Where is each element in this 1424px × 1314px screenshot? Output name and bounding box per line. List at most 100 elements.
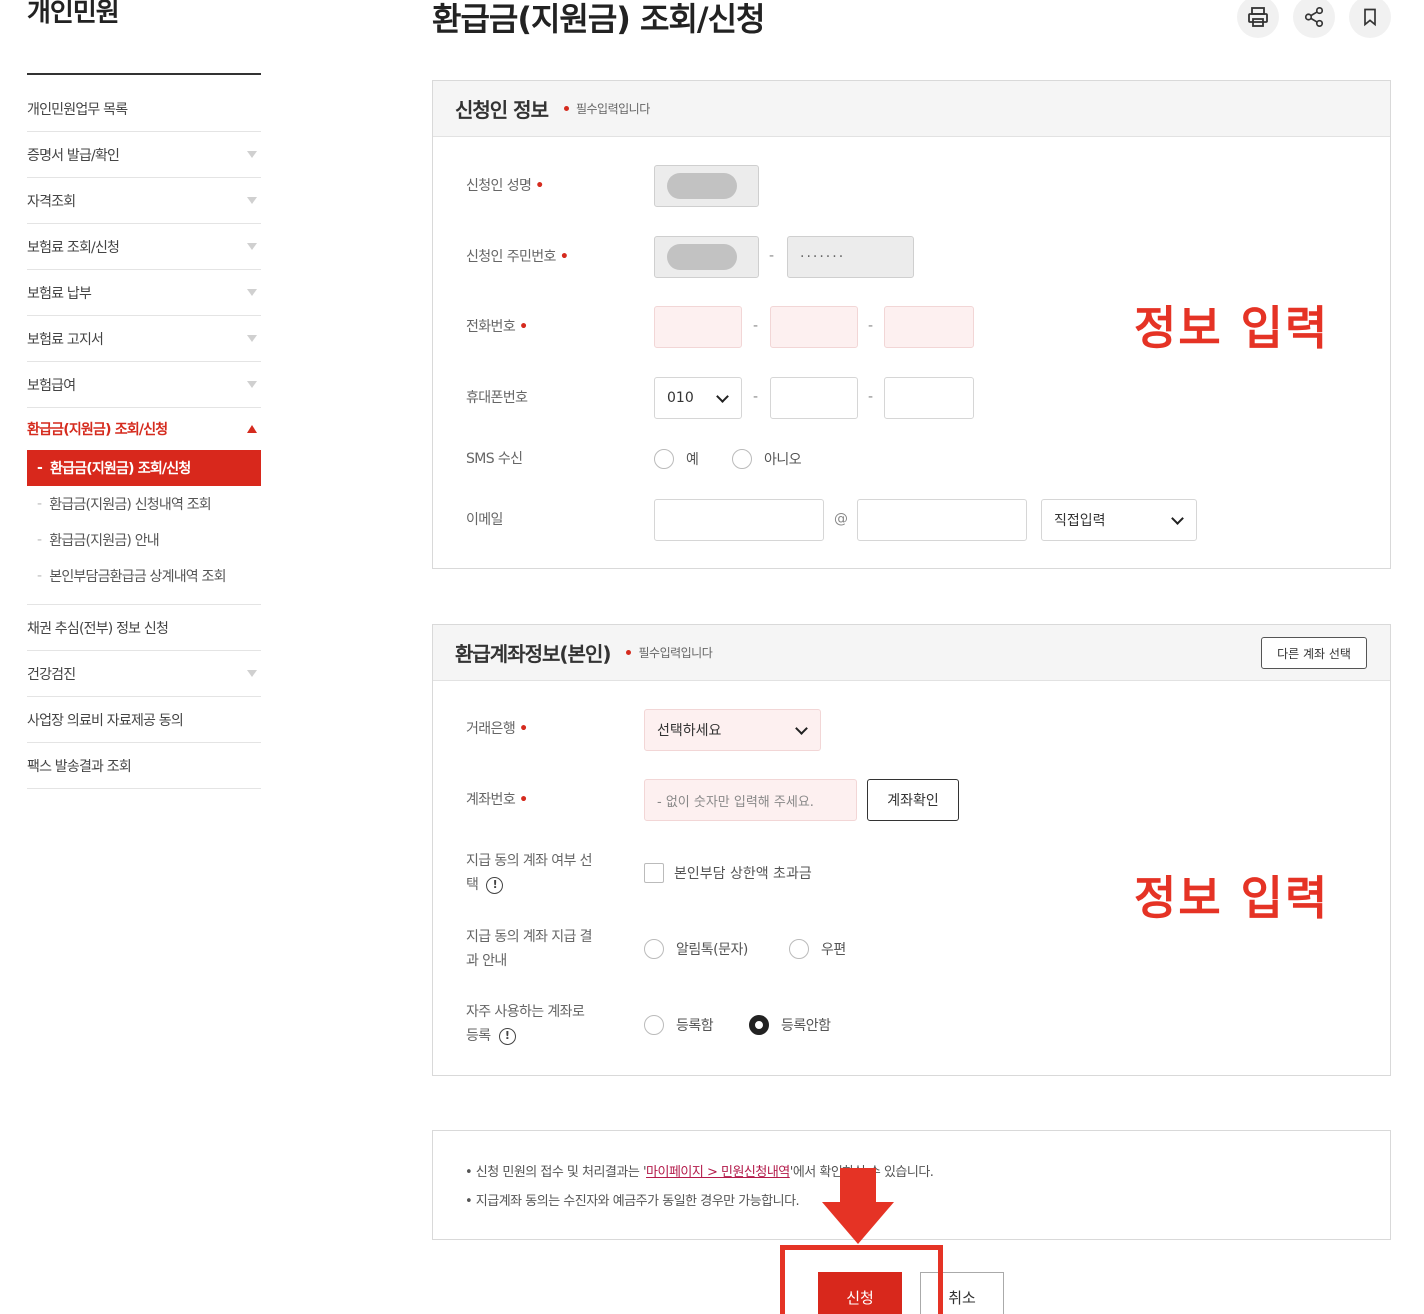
sidebar-item-label: 자격조회: [27, 193, 76, 210]
verify-account-button[interactable]: 계좌확인: [867, 779, 959, 821]
label-text: 등록: [466, 1028, 491, 1044]
radio-label: 아니오: [764, 452, 802, 468]
sms-no-radio[interactable]: 아니오: [732, 449, 802, 469]
frequent-account-label: 자주 사용하는 계좌로 등록!: [466, 1000, 585, 1048]
sidebar-item-label: 보험급여: [27, 377, 76, 394]
chevron-down-icon: [247, 670, 257, 677]
sidebar-item-label: 환급금(지원금) 조회/신청: [27, 422, 168, 438]
sidebar-item-label: 채권 추심(전부) 정보 신청: [27, 620, 169, 637]
mobile-prefix-select[interactable]: 010: [654, 377, 742, 419]
sidebar-subitem-refund-history[interactable]: - 환급금(지원금) 신청내역 조회: [27, 486, 261, 522]
bank-label: 거래은행 •: [466, 717, 528, 741]
dash-icon: -: [37, 532, 42, 548]
notice-mail-radio[interactable]: 우편: [789, 939, 846, 959]
sidebar-item-debt-collection[interactable]: 채권 추심(전부) 정보 신청: [27, 605, 261, 651]
sidebar-subitem-label: 환급금(지원금) 신청내역 조회: [49, 497, 211, 513]
required-note: 필수입력입니다: [563, 100, 650, 117]
required-dot-icon: •: [519, 319, 528, 335]
sms-label: SMS 수신: [466, 451, 523, 467]
sidebar-item-label: 건강검진: [27, 666, 76, 683]
sidebar-title: 개인민원: [27, 0, 120, 28]
sidebar-item-refund[interactable]: 환급금(지원금) 조회/신청: [27, 408, 261, 450]
sidebar-subitem-label: 환급금(지원금) 안내: [49, 533, 159, 549]
sidebar-item-label: 보험료 조회/신청: [27, 239, 120, 256]
required-note-text: 필수입력입니다: [575, 102, 650, 116]
radio-label: 우편: [821, 942, 846, 958]
sidebar-subitem-refund-inquiry[interactable]: - 환급금(지원금) 조회/신청: [27, 450, 261, 486]
sidebar-item-label: 증명서 발급/확인: [27, 147, 120, 164]
frequent-no-register-radio[interactable]: 등록안함: [749, 1015, 831, 1035]
phone-label: 전화번호 •: [466, 315, 528, 339]
consent-account-label: 지급 동의 계좌 여부 선 택!: [466, 849, 593, 897]
email-domain-select[interactable]: 직접입력: [1041, 499, 1197, 541]
applicant-rrn-front-field: [654, 236, 759, 278]
chevron-down-icon: [795, 722, 808, 735]
share-button[interactable]: [1293, 0, 1335, 38]
account-number-input[interactable]: - 없이 숫자만 입력해 주세요.: [644, 779, 857, 821]
radio-label: 등록함: [676, 1018, 714, 1034]
required-dot-icon: •: [519, 721, 528, 737]
email-domain-input[interactable]: [857, 499, 1027, 541]
notice-text: • 신청 민원의 접수 및 처리결과는 ': [465, 1165, 647, 1180]
phone-part1-input[interactable]: [654, 306, 742, 348]
mobile-part2-input[interactable]: [770, 377, 858, 419]
account-number-label: 계좌번호 •: [466, 788, 528, 812]
sidebar-item-label: 보험료 납부: [27, 285, 92, 302]
mobile-part3-input[interactable]: [884, 377, 974, 419]
applicant-rrn-back-field: ·······: [787, 236, 914, 278]
sidebar-subitem-offset-history[interactable]: - 본인부담금환급금 상계내역 조회: [27, 558, 261, 594]
required-note: 필수입력입니다: [626, 644, 713, 661]
dash-icon: -: [37, 568, 42, 584]
sidebar-item-premium-inquiry[interactable]: 보험료 조회/신청: [27, 224, 261, 270]
label-text: 과 안내: [466, 953, 507, 969]
chevron-down-icon: [1171, 512, 1184, 525]
account-panel-header: 환급계좌정보(본인) 필수입력입니다 다른 계좌 선택: [433, 625, 1390, 681]
redacted-blur: [667, 244, 737, 270]
sidebar-item-fax-result[interactable]: 팩스 발송결과 조회: [27, 743, 261, 789]
info-icon[interactable]: !: [498, 1027, 516, 1045]
sms-yes-radio[interactable]: 예: [654, 449, 699, 469]
chevron-down-icon: [247, 381, 257, 388]
separator: -: [753, 389, 759, 405]
mobile-label: 휴대폰번호: [466, 390, 528, 406]
sidebar-subitem-label: 환급금(지원금) 조회/신청: [50, 461, 191, 477]
redacted-blur: [667, 173, 737, 199]
phone-part3-input[interactable]: [884, 306, 974, 348]
sidebar-item-premium-payment[interactable]: 보험료 납부: [27, 270, 261, 316]
sidebar-item-health-checkup[interactable]: 건강검진: [27, 651, 261, 697]
mypage-link[interactable]: 마이페이지 > 민원신청내역: [646, 1165, 790, 1180]
other-account-button[interactable]: 다른 계좌 선택: [1261, 637, 1367, 669]
chevron-down-icon: [716, 390, 729, 403]
sidebar-divider: [27, 73, 261, 75]
highlight-annotation-box: [780, 1245, 943, 1314]
consent-checkbox[interactable]: 본인부담 상한액 초과금: [644, 863, 812, 883]
bank-select[interactable]: 선택하세요: [644, 709, 821, 751]
sidebar-item-certificates[interactable]: 증명서 발급/확인: [27, 132, 261, 178]
frequent-register-radio[interactable]: 등록함: [644, 1015, 714, 1035]
bookmark-button[interactable]: [1349, 0, 1391, 38]
sidebar-item-civil-list[interactable]: 개인민원업무 목록: [27, 86, 261, 132]
radio-label: 알림톡(문자): [676, 942, 748, 958]
sidebar-item-eligibility[interactable]: 자격조회: [27, 178, 261, 224]
separator: -: [753, 318, 759, 334]
info-icon[interactable]: !: [486, 876, 504, 894]
required-dot-icon: •: [559, 249, 569, 265]
applicant-name-label: 신청인 성명 •: [466, 174, 544, 198]
notice-kakao-radio[interactable]: 알림톡(문자): [644, 939, 748, 959]
phone-part2-input[interactable]: [770, 306, 858, 348]
dash-icon: -: [37, 496, 42, 512]
radio-circle: [644, 1015, 664, 1035]
down-arrow-icon: [822, 1168, 894, 1244]
sidebar-subitem-refund-guide[interactable]: - 환급금(지원금) 안내: [27, 522, 261, 558]
label-text: 거래은행: [466, 721, 516, 737]
radio-circle: [644, 939, 664, 959]
sidebar-item-medical-data-consent[interactable]: 사업장 의료비 자료제공 동의: [27, 697, 261, 743]
chevron-down-icon: [247, 197, 257, 204]
chevron-up-icon: [247, 425, 257, 433]
sidebar-item-benefits[interactable]: 보험급여: [27, 362, 261, 408]
sidebar-item-premium-notice[interactable]: 보험료 고지서: [27, 316, 261, 362]
print-button[interactable]: [1237, 0, 1279, 38]
chevron-down-icon: [247, 335, 257, 342]
page-title: 환급금(지원금) 조회/신청: [432, 0, 765, 38]
email-local-input[interactable]: [654, 499, 824, 541]
